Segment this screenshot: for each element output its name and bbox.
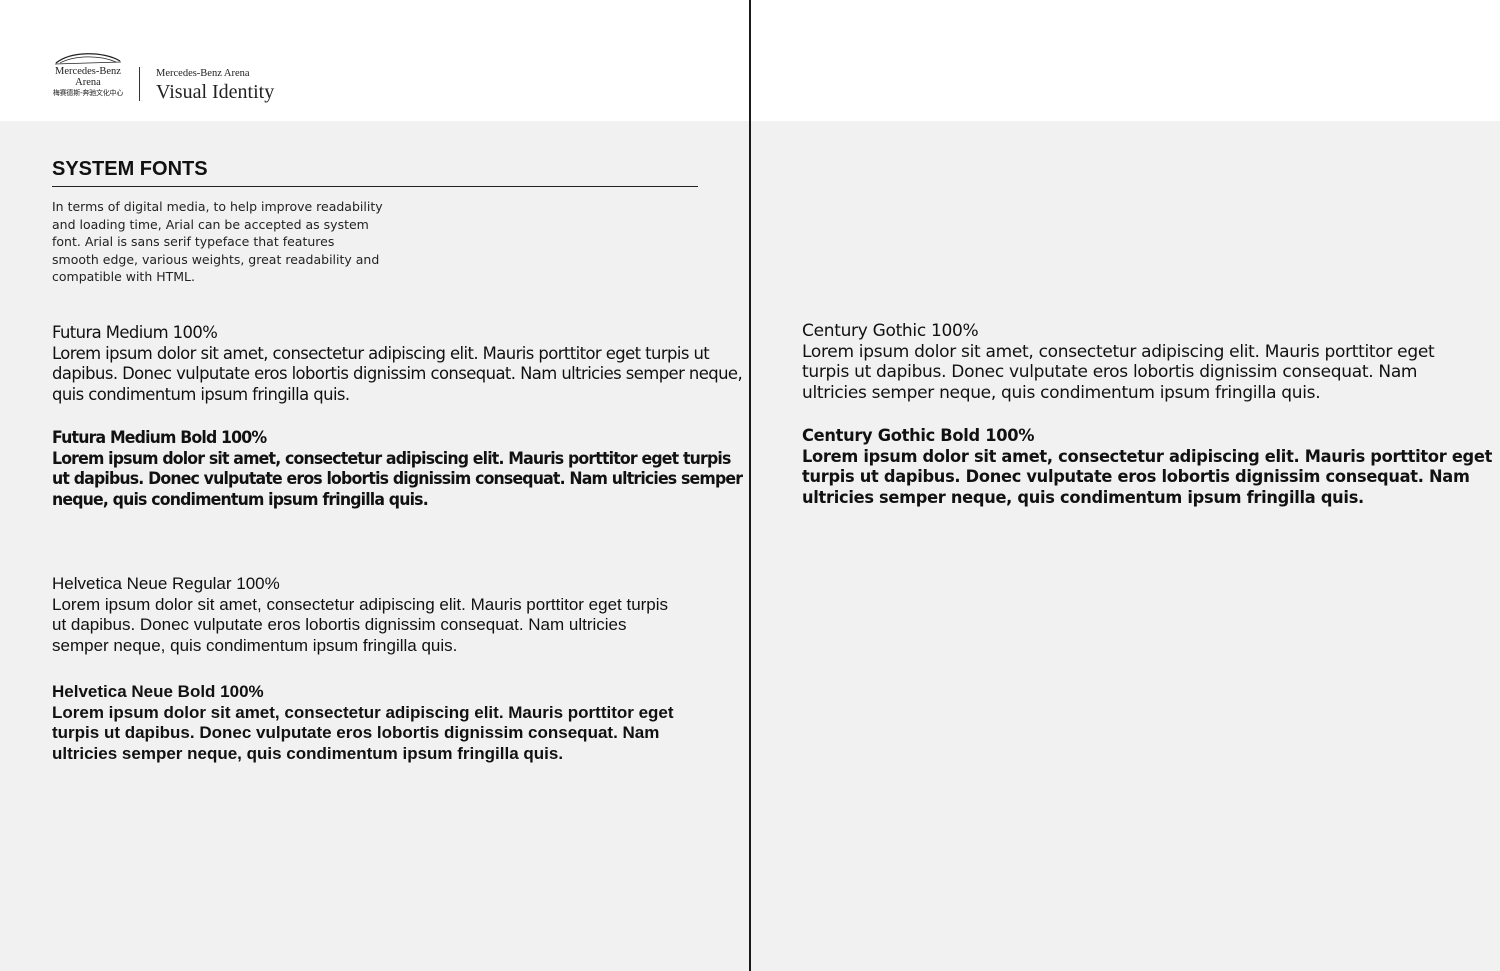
- sample-text-line: turpis ut dapibus. Donec vulputate eros …: [52, 723, 660, 743]
- logo-text-line2: Arena: [75, 77, 101, 88]
- sample-futura-bold: Futura Medium Bold 100% Lorem ipsum dolo…: [52, 428, 797, 510]
- sample-text-line: turpis ut dapibus. Donec vulputate eros …: [802, 362, 1418, 383]
- sample-text-line: neque, quis condimentum ipsum fringilla …: [52, 489, 429, 510]
- sample-helvetica-regular: Helvetica Neue Regular 100% Lorem ipsum …: [52, 574, 668, 656]
- sample-heading: Helvetica Neue Regular 100%: [52, 574, 280, 593]
- sample-text-line: Lorem ipsum dolor sit amet, consectetur …: [802, 446, 1493, 467]
- sample-helvetica-bold: Helvetica Neue Bold 100% Lorem ipsum dol…: [52, 682, 674, 764]
- brand-block: Mercedes-Benz Arena Visual Identity: [156, 67, 274, 104]
- sample-text-line: semper neque, quis condimentum ipsum fri…: [52, 635, 458, 655]
- brand-title: Visual Identity: [156, 81, 275, 103]
- sample-text-line: turpis ut dapibus. Donec vulputate eros …: [802, 467, 1470, 488]
- sample-text-line: Lorem ipsum dolor sit amet, consectetur …: [52, 448, 731, 469]
- intro-line: compatible with HTML.: [52, 269, 195, 285]
- sample-text-line: quis condimentum ipsum fringilla quis.: [52, 384, 350, 405]
- sample-text-line: Lorem ipsum dolor sit amet, consectetur …: [52, 702, 674, 722]
- mercedes-benz-arena-logo: Mercedes-Benz Arena 梅赛德斯-奔驰文化中心: [52, 52, 124, 104]
- sample-text-line: ut dapibus. Donec vulputate eros loborti…: [52, 615, 627, 635]
- title-rule: [52, 186, 698, 187]
- intro-line: In terms of digital media, to help impro…: [52, 199, 383, 214]
- sample-text-line: dapibus. Donec vulputate eros lobortis d…: [52, 364, 743, 385]
- intro-line: smooth edge, various weights, great read…: [52, 251, 380, 267]
- arena-roof-icon: [54, 53, 122, 65]
- brand-name: Mercedes-Benz Arena: [156, 68, 250, 79]
- sample-heading: Futura Medium 100%: [52, 323, 218, 343]
- sample-heading: Century Gothic 100%: [802, 321, 979, 341]
- sample-century-gothic-bold: Century Gothic Bold 100% Lorem ipsum dol…: [802, 426, 1500, 508]
- sample-text-line: Lorem ipsum dolor sit amet, consectetur …: [52, 594, 669, 614]
- logo-separator: [139, 67, 140, 101]
- logo-text-line1: Mercedes-Benz: [55, 66, 121, 77]
- sample-heading: Futura Medium Bold 100%: [52, 428, 267, 448]
- logo-text-chinese: 梅赛德斯-奔驰文化中心: [52, 89, 124, 97]
- intro-line: and loading time, Arial can be accepted …: [52, 216, 369, 232]
- intro-paragraph: In terms of digital media, to help impro…: [52, 198, 383, 286]
- sample-century-gothic: Century Gothic 100% Lorem ipsum dolor si…: [802, 321, 1435, 403]
- sample-text-line: Lorem ipsum dolor sit amet, consectetur …: [52, 343, 710, 364]
- sample-text-line: ut dapibus. Donec vulputate eros loborti…: [52, 469, 743, 490]
- sample-futura-medium: Futura Medium 100% Lorem ipsum dolor sit…: [52, 323, 766, 405]
- sample-text-line: ultricies semper neque, quis condimentum…: [802, 382, 1321, 403]
- sample-text-line: ultricies semper neque, quis condimentum…: [802, 487, 1364, 508]
- section-title: SYSTEM FONTS: [52, 158, 208, 180]
- sample-heading: Helvetica Neue Bold 100%: [52, 682, 264, 701]
- sample-text-line: ultricies semper neque, quis condimentum…: [52, 743, 564, 763]
- sample-heading: Century Gothic Bold 100%: [802, 426, 1035, 446]
- intro-line: font. Arial is sans serif typeface that …: [52, 234, 335, 250]
- sample-text-line: Lorem ipsum dolor sit amet, consectetur …: [802, 341, 1435, 362]
